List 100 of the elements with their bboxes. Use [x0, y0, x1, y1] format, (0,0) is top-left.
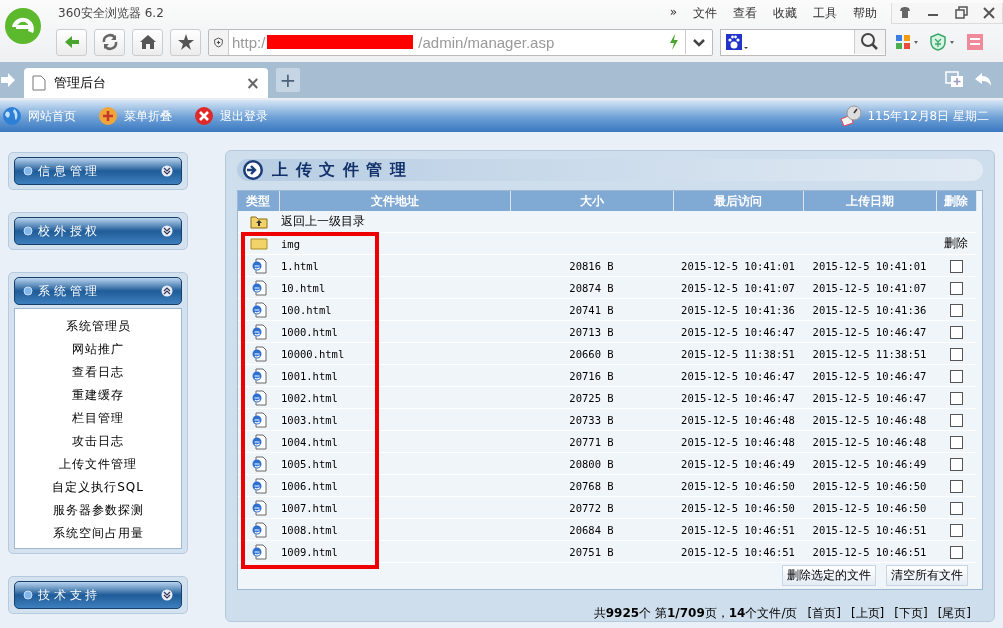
sidebar-item[interactable]: 服务器参数探测	[52, 499, 144, 522]
html-file-icon	[250, 345, 267, 362]
back-button[interactable]	[56, 28, 87, 56]
file-name[interactable]: 1003.html	[281, 413, 338, 426]
refresh-icon	[100, 33, 119, 51]
menu-item[interactable]: 查看	[733, 4, 757, 22]
table-cell: 20716 B	[569, 369, 614, 382]
file-name[interactable]: 1001.html	[281, 369, 338, 382]
table-cell: 2015-12-5 10:46:50	[812, 501, 927, 514]
sidebar-item[interactable]: 系统管理员	[65, 315, 131, 338]
checkbox[interactable]	[949, 501, 963, 515]
checkbox[interactable]	[949, 479, 963, 493]
table-cell: 2015-12-5 10:46:51	[812, 545, 927, 558]
table-cell: 2015-12-5 10:46:48	[681, 413, 795, 426]
file-name[interactable]: img	[281, 237, 300, 250]
checkbox[interactable]	[949, 545, 963, 559]
page-link[interactable]: [首页]	[807, 605, 841, 622]
column-header: 大小	[510, 191, 673, 211]
file-name[interactable]: 1008.html	[281, 523, 338, 536]
page-link[interactable]: [上页]	[850, 605, 885, 622]
table-cell: 2015-12-5 10:46:48	[812, 435, 927, 448]
html-file-icon	[250, 477, 267, 494]
action-button[interactable]: 清空所有文件	[886, 565, 968, 586]
file-name[interactable]: 1004.html	[281, 435, 338, 448]
new-tab-button[interactable]: +	[276, 68, 300, 92]
checkbox[interactable]	[949, 391, 963, 405]
menu-group-header[interactable]: 系 统 管 理	[14, 277, 182, 305]
action-button[interactable]: 删除选定的文件	[782, 565, 876, 586]
checkbox[interactable]	[949, 347, 963, 361]
page-link[interactable]: [尾页]	[937, 605, 971, 622]
sidebar-item[interactable]: 系统空间占用量	[52, 522, 144, 545]
menu-group-header[interactable]: 校 外 授 权	[14, 217, 182, 245]
file-name[interactable]: 10.html	[281, 281, 326, 294]
favorite-button[interactable]	[170, 28, 201, 56]
lightning-icon	[669, 34, 679, 50]
file-name[interactable]: 100.html	[281, 303, 332, 316]
table-cell: 20725 B	[569, 391, 614, 404]
file-name[interactable]: 1000.html	[281, 325, 338, 338]
checkbox[interactable]	[949, 413, 963, 427]
table-cell: 2015-12-5 10:41:01	[681, 259, 795, 272]
table-cell: 2015-12-5 10:41:36	[681, 303, 795, 316]
menu-group-header[interactable]: 信 息 管 理	[14, 157, 182, 185]
browser-tab[interactable]: 管理后台 ×	[24, 68, 268, 98]
search-field[interactable]	[720, 28, 886, 56]
html-file-icon	[250, 301, 267, 318]
page-link[interactable]: [下页]	[894, 605, 928, 622]
column-header: 最后访问	[673, 191, 803, 211]
menu-item[interactable]: 文件	[693, 4, 717, 22]
file-name[interactable]: 1.html	[281, 259, 319, 272]
menu-item[interactable]: 帮助	[853, 4, 877, 22]
table-cell: 2015-12-5 11:38:51	[812, 347, 927, 360]
file-name[interactable]: 10000.html	[281, 347, 345, 360]
apps-icon[interactable]	[893, 32, 921, 52]
file-name[interactable]: 1005.html	[281, 457, 338, 470]
file-name[interactable]: 1007.html	[281, 501, 338, 514]
html-file-icon	[250, 257, 267, 274]
checkbox[interactable]	[949, 281, 963, 295]
sidebar-item[interactable]: 查看日志	[72, 361, 124, 384]
file-name[interactable]: 1006.html	[281, 479, 338, 492]
file-name[interactable]: 1009.html	[281, 545, 338, 558]
table-cell: 2015-12-5 10:41:01	[812, 259, 927, 272]
menu-item[interactable]: 收藏	[773, 4, 797, 22]
tab-close-button[interactable]: ×	[245, 73, 260, 93]
checkbox[interactable]	[949, 303, 963, 317]
checkbox[interactable]	[949, 325, 963, 339]
delete-link[interactable]: 删除	[944, 236, 968, 250]
menu-item[interactable]: 工具	[813, 4, 837, 22]
file-name[interactable]: 1002.html	[281, 391, 338, 404]
arrow-circle-icon	[242, 159, 264, 181]
table-cell: 2015-12-5 10:46:50	[812, 479, 927, 492]
search-icon[interactable]	[854, 30, 885, 54]
sidebar-item[interactable]: 自定义执行SQL	[52, 476, 144, 499]
table-cell: 2015-12-5 10:46:51	[812, 523, 927, 536]
close-circle-icon	[194, 106, 214, 126]
chevron-down-icon	[161, 589, 173, 601]
sidebar-item[interactable]: 重建缓存	[72, 384, 124, 407]
url-text: /admin/manager.asp	[418, 33, 555, 51]
table-cell: 2015-12-5 10:41:36	[812, 303, 927, 316]
home-button[interactable]	[132, 28, 163, 56]
table-cell: 2015-12-5 10:46:47	[812, 325, 927, 338]
menu-item[interactable]: »	[669, 4, 677, 22]
checkbox[interactable]	[949, 523, 963, 537]
parent-directory-link[interactable]: 返回上一级目录	[281, 214, 365, 228]
menu-group-header[interactable]: 技 术 支 持	[14, 581, 182, 609]
checkbox[interactable]	[949, 259, 963, 273]
sidebar-item[interactable]: 栏目管理	[72, 407, 124, 430]
sidebar-item[interactable]: 上传文件管理	[59, 453, 137, 476]
checkbox[interactable]	[949, 435, 963, 449]
html-file-icon	[250, 389, 267, 406]
html-file-icon	[250, 455, 267, 472]
checkbox[interactable]	[949, 369, 963, 383]
table-cell: 2015-12-5 11:38:51	[681, 347, 795, 360]
html-file-icon	[250, 543, 267, 560]
sidebar-item[interactable]: 网站推广	[72, 338, 124, 361]
sidebar-item[interactable]: 攻击日志	[72, 430, 124, 453]
html-file-icon	[250, 521, 267, 538]
checkbox[interactable]	[949, 457, 963, 471]
refresh-button[interactable]	[94, 28, 125, 56]
table-cell: 2015-12-5 10:41:07	[681, 281, 795, 294]
table-cell: 20741 B	[569, 303, 614, 316]
